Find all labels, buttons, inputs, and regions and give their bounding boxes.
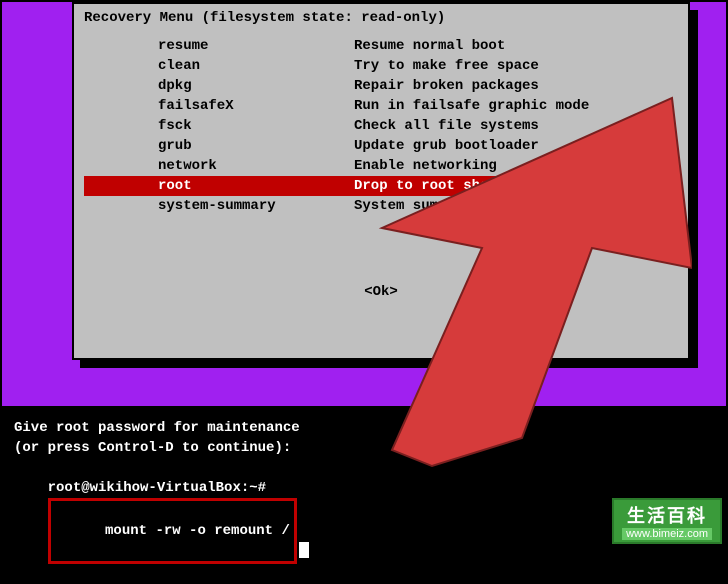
menu-item-key: system-summary xyxy=(158,196,354,216)
desktop-background: Recovery Menu (filesystem state: read-on… xyxy=(2,2,726,406)
menu-item-key: fsck xyxy=(158,116,354,136)
terminal-prompt-line[interactable]: root@wikihow-VirtualBox:~# mount -rw -o … xyxy=(14,458,309,584)
recovery-menu-dialog: Recovery Menu (filesystem state: read-on… xyxy=(72,2,690,360)
menu-item-desc: System summary xyxy=(354,196,678,216)
menu-item-desc: Resume normal boot xyxy=(354,36,678,56)
menu-item-desc: Try to make free space xyxy=(354,56,678,76)
menu-title: Recovery Menu (filesystem state: read-on… xyxy=(84,8,678,36)
terminal-line: (or press Control-D to continue): xyxy=(14,438,309,458)
ok-button[interactable]: <Ok> xyxy=(84,284,678,300)
menu-item-key: clean xyxy=(158,56,354,76)
menu-item-dpkg[interactable]: dpkg Repair broken packages xyxy=(158,76,678,96)
menu-item-key: grub xyxy=(158,136,354,156)
terminal-line: Give root password for maintenance xyxy=(14,418,309,438)
shell-command: mount -rw -o remount / xyxy=(105,523,290,539)
menu-item-root[interactable]: root Drop to root shell prompt xyxy=(84,176,678,196)
menu-item-key: failsafeX xyxy=(158,96,354,116)
menu-items-list: resume Resume normal boot clean Try to m… xyxy=(84,36,678,216)
menu-item-resume[interactable]: resume Resume normal boot xyxy=(158,36,678,56)
menu-item-grub[interactable]: grub Update grub bootloader xyxy=(158,136,678,156)
menu-item-fsck[interactable]: fsck Check all file systems xyxy=(158,116,678,136)
menu-item-failsafex[interactable]: failsafeX Run in failsafe graphic mode xyxy=(158,96,678,116)
terminal-output: Give root password for maintenance (or p… xyxy=(14,418,309,584)
watermark-title: 生活百科 xyxy=(622,502,712,528)
menu-item-key: dpkg xyxy=(158,76,354,96)
menu-item-key: network xyxy=(158,156,354,176)
menu-item-network[interactable]: network Enable networking xyxy=(158,156,678,176)
menu-item-desc: Run in failsafe graphic mode xyxy=(354,96,678,116)
shell-prompt: root@wikihow-VirtualBox:~# xyxy=(48,480,266,496)
command-highlight-box: mount -rw -o remount / xyxy=(48,498,297,564)
watermark: 生活百科 www.bimeiz.com xyxy=(612,498,722,544)
watermark-url: www.bimeiz.com xyxy=(622,528,712,540)
menu-item-desc: Check all file systems xyxy=(354,116,678,136)
menu-item-system-summary[interactable]: system-summary System summary xyxy=(158,196,678,216)
menu-item-key: resume xyxy=(158,36,354,56)
menu-item-desc: Repair broken packages xyxy=(354,76,678,96)
menu-item-desc: Enable networking xyxy=(354,156,678,176)
menu-item-desc: Drop to root shell prompt xyxy=(354,176,678,196)
menu-item-clean[interactable]: clean Try to make free space xyxy=(158,56,678,76)
menu-item-key: root xyxy=(158,176,354,196)
menu-item-desc: Update grub bootloader xyxy=(354,136,678,156)
cursor-icon xyxy=(299,542,309,558)
